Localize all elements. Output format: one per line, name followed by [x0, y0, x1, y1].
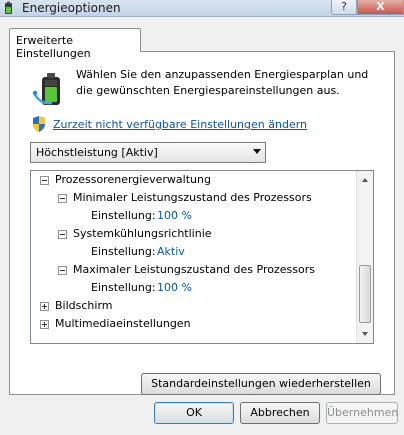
tree-group-label: Prozessorenergieverwaltung: [55, 173, 211, 186]
power-plan-value: Höchstleistung [Aktiv]: [36, 146, 158, 159]
setting-value[interactable]: 100 %: [157, 279, 192, 297]
collapse-icon[interactable]: [58, 266, 67, 275]
power-plan-select[interactable]: Höchstleistung [Aktiv]: [30, 142, 266, 163]
tree-group-label: Multimediaeinstellungen: [55, 317, 191, 330]
scrollbar-thumb[interactable]: [359, 265, 371, 323]
tab-label: Erweiterte Einstellungen: [16, 34, 91, 60]
setting-label: Einstellung:: [91, 245, 156, 258]
close-button[interactable]: X: [357, 0, 404, 15]
ok-button[interactable]: OK: [154, 402, 234, 424]
help-button[interactable]: ?: [331, 0, 357, 15]
scroll-up-icon[interactable]: [362, 178, 368, 182]
collapse-icon[interactable]: [40, 176, 49, 185]
change-unavailable-settings-link[interactable]: Zurzeit nicht verfügbare Einstellungen ä…: [53, 118, 307, 131]
setting-value[interactable]: Aktiv: [157, 243, 185, 261]
collapse-icon[interactable]: [58, 230, 67, 239]
tree-scrollbar[interactable]: [356, 171, 373, 343]
dialog-body: Erweiterte Einstellungen Wählen Sie den …: [0, 17, 404, 435]
window-title: Energieoptionen: [22, 1, 121, 15]
cancel-button[interactable]: Abbrechen: [240, 402, 320, 424]
tree-item-label: Maximaler Leistungszustand des Prozessor…: [73, 263, 315, 276]
battery-icon: [5, 1, 12, 14]
tree-item-label: Minimaler Leistungszustand des Prozessor…: [73, 191, 312, 204]
tab-advanced-settings[interactable]: Erweiterte Einstellungen: [9, 28, 141, 60]
scroll-down-icon[interactable]: [362, 332, 368, 336]
setting-label: Einstellung:: [91, 209, 156, 222]
restore-defaults-button[interactable]: Standardeinstellungen wiederherstellen: [141, 373, 381, 395]
collapse-icon[interactable]: [58, 194, 67, 203]
title-bar[interactable]: Energieoptionen ? X: [0, 0, 404, 17]
intro-text: Wählen Sie den anzupassenden Energiespar…: [76, 68, 369, 97]
setting-value[interactable]: 100 %: [157, 207, 192, 225]
tree-item-label: Systemkühlungsrichtlinie: [73, 227, 212, 240]
power-plan-battery-icon: [32, 73, 60, 105]
expand-icon[interactable]: [40, 302, 49, 311]
settings-tree[interactable]: Prozessorenergieverwaltung Minimaler Lei…: [30, 170, 374, 344]
uac-shield-icon: [33, 116, 45, 132]
tree-group-label: Bildschirm: [55, 299, 113, 312]
setting-label: Einstellung:: [91, 281, 156, 294]
apply-button[interactable]: Übernehmen: [326, 402, 398, 424]
expand-icon[interactable]: [40, 320, 49, 329]
chevron-down-icon: [253, 149, 261, 154]
settings-panel: Wählen Sie den anzupassenden Energiespar…: [9, 51, 395, 395]
